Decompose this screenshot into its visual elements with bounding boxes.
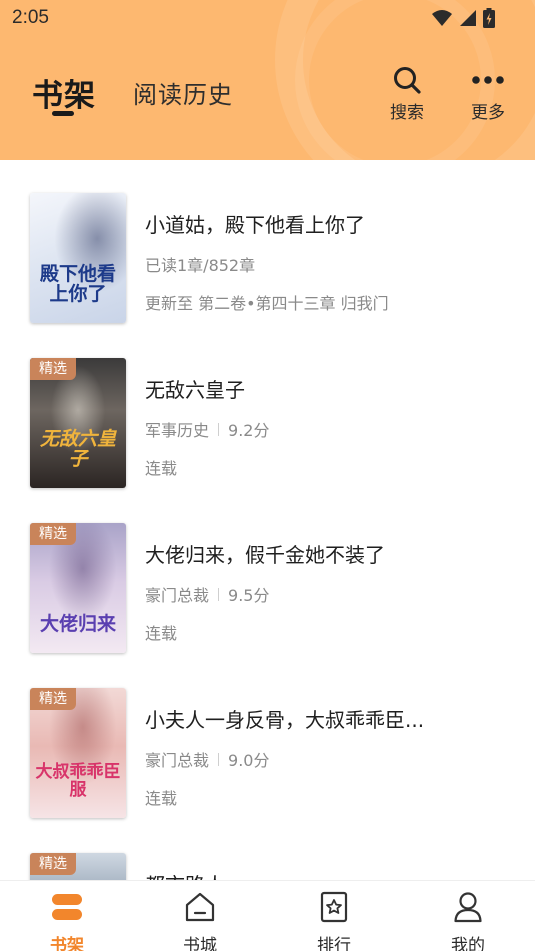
bookshelf-list[interactable]: 殿下他看上你了 小道姑，殿下他看上你了 已读1章/852章 更新至 第二卷•第四… (0, 160, 535, 880)
search-icon (394, 67, 421, 94)
book-score: 9.5分 (228, 586, 270, 605)
nav-label: 书城 (183, 936, 217, 951)
list-item[interactable]: 精选 大叔乖乖臣服 小夫人一身反骨，大叔乖乖臣... 豪门总裁 9.0分 连载 (0, 688, 535, 818)
book-score: 9.2分 (228, 421, 270, 440)
bookshelf-icon (52, 894, 82, 920)
book-cover[interactable]: 精选 无敌六皇子 (30, 358, 126, 488)
ranking-icon (320, 891, 348, 923)
featured-badge: 精选 (30, 523, 76, 545)
divider (218, 752, 220, 766)
status-time: 2:05 (12, 7, 49, 28)
list-item[interactable]: 精选 大佬归来 大佬归来，假千金她不装了 豪门总裁 9.5分 连载 (0, 523, 535, 653)
book-category: 军事历史 (145, 421, 210, 440)
wifi-icon (432, 10, 452, 26)
cover-title: 大佬归来 (39, 613, 116, 636)
divider (218, 587, 220, 601)
cover-title: 无敌六皇子 (39, 428, 116, 471)
book-status: 连载 (145, 624, 178, 643)
book-title: 大佬归来，假千金她不装了 (145, 543, 385, 567)
signal-icon (460, 10, 476, 26)
featured-badge: 精选 (30, 853, 76, 875)
more-button[interactable]: 更多 (458, 64, 518, 123)
nav-label: 我的 (451, 936, 485, 951)
nav-bookshelf[interactable]: 书架 (27, 887, 107, 951)
cover-title: 殿下他看上你了 (39, 263, 116, 306)
featured-badge: 精选 (30, 688, 76, 710)
tab-reading-history[interactable]: 阅读历史 (133, 75, 233, 110)
book-cover[interactable]: 殿下他看上你了 (30, 193, 126, 323)
book-score: 9.0分 (228, 751, 270, 770)
latest-update: 更新至 第二卷•第四十三章 归我门 (145, 294, 389, 313)
active-tab-indicator (52, 111, 74, 116)
divider (218, 422, 220, 436)
book-category: 豪门总裁 (145, 586, 210, 605)
nav-label: 排行 (317, 936, 351, 951)
more-label: 更多 (471, 103, 505, 123)
header: 2:05 书架 阅读历史 搜索 更多 (0, 0, 535, 160)
book-status: 连载 (145, 459, 178, 478)
list-item[interactable]: 精选 无敌六皇子 无敌六皇子 军事历史 9.2分 连载 (0, 358, 535, 488)
nav-label: 书架 (50, 936, 84, 951)
book-category: 豪门总裁 (145, 751, 210, 770)
featured-badge: 精选 (30, 358, 76, 380)
read-progress: 已读1章/852章 (145, 256, 256, 275)
status-icons (431, 8, 495, 28)
nav-bookstore[interactable]: 书城 (160, 887, 240, 951)
book-cover[interactable]: 精选 大叔乖乖臣服 (30, 688, 126, 818)
list-item[interactable]: 精选 都市路人 (0, 853, 535, 880)
list-item[interactable]: 殿下他看上你了 小道姑，殿下他看上你了 已读1章/852章 更新至 第二卷•第四… (0, 193, 535, 323)
store-icon (185, 892, 215, 922)
book-title: 无敌六皇子 (145, 378, 245, 402)
more-dots-icon (472, 76, 504, 84)
battery-icon (483, 8, 495, 28)
search-button[interactable]: 搜索 (377, 64, 437, 123)
book-cover[interactable]: 精选 (30, 853, 126, 880)
profile-icon (454, 892, 482, 923)
search-label: 搜索 (390, 103, 424, 123)
book-status: 连载 (145, 789, 178, 808)
book-title: 都市路人 (145, 869, 505, 880)
tab-bookshelf[interactable]: 书架 (32, 70, 96, 115)
book-cover[interactable]: 精选 大佬归来 (30, 523, 126, 653)
bottom-navigation: 书架 书城 排行 我的 (0, 880, 535, 951)
book-title: 小道姑，殿下他看上你了 (145, 213, 365, 237)
cover-title: 大叔乖乖臣服 (35, 762, 121, 801)
nav-profile[interactable]: 我的 (428, 887, 508, 951)
book-title: 小夫人一身反骨，大叔乖乖臣... (145, 708, 425, 732)
nav-ranking[interactable]: 排行 (294, 887, 374, 951)
status-bar: 2:05 (0, 0, 535, 38)
